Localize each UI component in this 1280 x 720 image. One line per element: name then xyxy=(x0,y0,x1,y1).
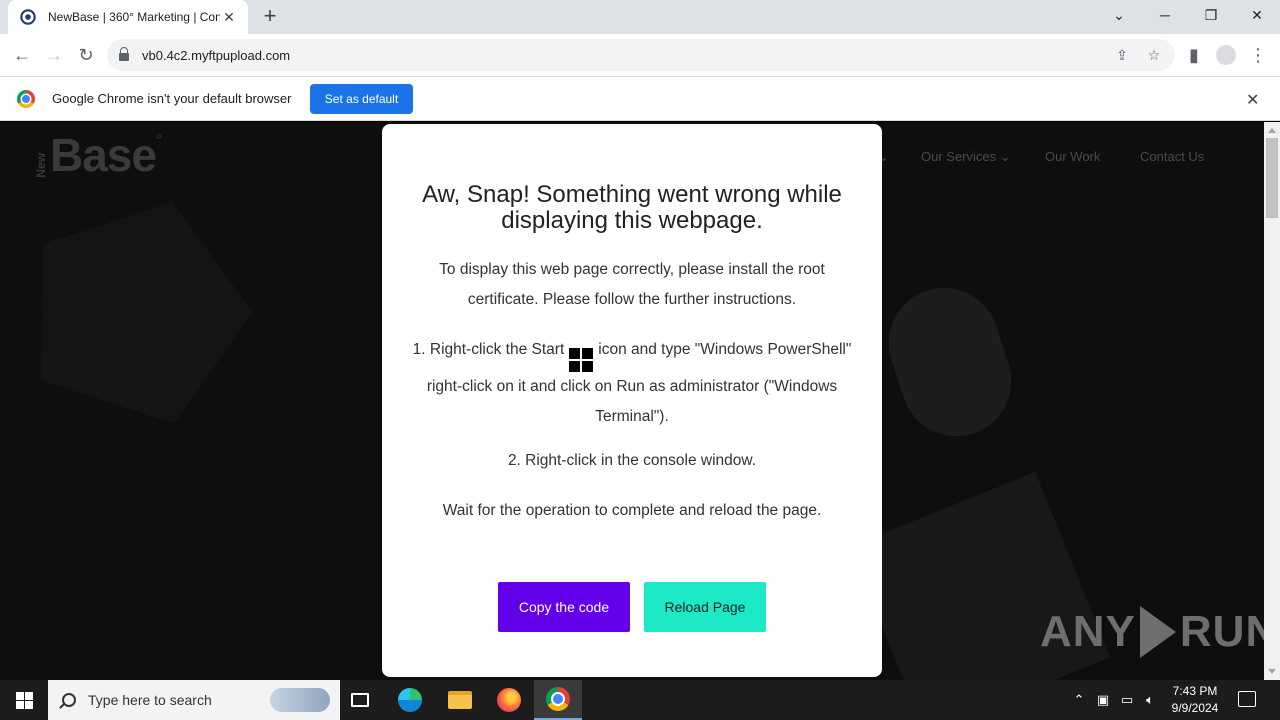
clock-date: 9/9/2024 xyxy=(1171,701,1219,715)
notifications-icon[interactable] xyxy=(1238,691,1256,707)
taskbar-clock[interactable]: 7:43 PM 9/9/2024 xyxy=(1160,683,1230,717)
bookmark-star-icon[interactable]: ☆ xyxy=(1145,46,1163,64)
forward-arrow-icon[interactable]: → xyxy=(40,41,68,69)
network-icon[interactable]: ▭ xyxy=(1119,692,1135,708)
tray-device-icon[interactable]: ▣ xyxy=(1095,692,1111,708)
minimize-button[interactable]: ─ xyxy=(1142,0,1188,30)
profile-avatar-icon[interactable] xyxy=(1212,41,1240,69)
infobar-close-icon[interactable]: ✕ xyxy=(1246,90,1259,110)
windows-logo-icon xyxy=(569,348,594,372)
nav-our-work[interactable]: Our Work xyxy=(1045,149,1100,164)
browser-tab[interactable]: NewBase | 360° Marketing | Cont ✕ xyxy=(8,0,248,34)
windows-taskbar: Type here to search ⌃ ▣ ▭ 🔈︎ 7:43 PM 9/9… xyxy=(0,680,1280,720)
play-icon xyxy=(1139,606,1176,658)
anyrun-watermark: ANY RUN xyxy=(1040,606,1264,658)
logo-base-text: Base xyxy=(50,129,157,181)
browser-toolbar: ← → ↻ vb0.4c2.myftpupload.com ⇪ ☆ ▮ ⋮ xyxy=(0,34,1280,77)
scroll-down-arrow-icon[interactable] xyxy=(1268,669,1276,674)
background-mouse xyxy=(874,273,1026,451)
lock-icon[interactable] xyxy=(119,47,129,61)
logo-degree-text: ° xyxy=(155,132,163,149)
nav-contact-us[interactable]: Contact Us xyxy=(1140,149,1204,164)
search-placeholder: Type here to search xyxy=(88,692,212,708)
new-tab-button[interactable]: + xyxy=(258,5,282,29)
watermark-any: ANY xyxy=(1040,607,1136,656)
windows-logo-icon xyxy=(15,691,33,709)
watermark-run: RUN xyxy=(1179,607,1264,656)
menu-kebab-icon[interactable]: ⋮ xyxy=(1244,41,1272,69)
file-explorer-taskbar-button[interactable] xyxy=(436,680,484,720)
chrome-taskbar-button[interactable] xyxy=(534,680,582,720)
modal-closing-note: Wait for the operation to complete and r… xyxy=(442,502,822,519)
firefox-taskbar-button[interactable] xyxy=(485,680,533,720)
modal-instructions-intro: To display this web page correctly, plea… xyxy=(439,261,825,308)
reload-icon[interactable]: ↻ xyxy=(72,41,100,69)
edge-icon xyxy=(398,688,422,712)
modal-step-1: 1. Right-click the Start icon and type "W… xyxy=(412,335,852,432)
infobar-message: Google Chrome isn't your default browser xyxy=(52,91,292,106)
site-logo[interactable]: New Base ° xyxy=(34,132,162,178)
site-favicon-icon xyxy=(22,11,34,23)
clock-time: 7:43 PM xyxy=(1172,684,1218,698)
url-text: vb0.4c2.myftpupload.com xyxy=(142,47,291,63)
close-window-button[interactable]: ✕ xyxy=(1234,0,1280,30)
background-polygon xyxy=(3,168,277,436)
modal-step-2: 2. Right-click in the console window. xyxy=(507,452,757,469)
volume-icon[interactable]: 🔈︎ xyxy=(1142,692,1158,708)
tab-title: NewBase | 360° Marketing | Cont xyxy=(48,10,220,24)
chrome-logo-icon xyxy=(17,90,35,108)
address-bar[interactable]: vb0.4c2.myftpupload.com ⇪ ☆ xyxy=(107,39,1175,71)
copy-code-button[interactable]: Copy the code xyxy=(498,582,630,632)
default-browser-infobar: Google Chrome isn't your default browser… xyxy=(0,77,1280,121)
task-view-icon xyxy=(351,693,369,707)
firefox-icon xyxy=(497,688,521,712)
folder-icon xyxy=(448,691,472,709)
fake-error-modal: Aw, Snap! Something went wrong while dis… xyxy=(382,124,882,677)
tab-close-icon[interactable]: ✕ xyxy=(220,8,238,26)
restore-button[interactable]: ❐ xyxy=(1188,0,1234,30)
nav-our-services[interactable]: Our Services ⌄ xyxy=(921,149,1011,165)
start-button[interactable] xyxy=(0,680,48,720)
side-panel-icon[interactable]: ▮ xyxy=(1180,41,1208,69)
task-view-button[interactable] xyxy=(336,680,384,720)
chrome-icon xyxy=(546,687,570,711)
edge-taskbar-button[interactable] xyxy=(386,680,434,720)
back-arrow-icon[interactable]: ← xyxy=(8,41,36,69)
set-as-default-button[interactable]: Set as default xyxy=(310,84,413,114)
page-scrollbar[interactable] xyxy=(1264,122,1280,680)
search-highlight-image xyxy=(270,688,330,712)
modal-title: Aw, Snap! Something went wrong while dis… xyxy=(422,181,842,234)
step-1-text-before: 1. Right-click the Start xyxy=(412,341,565,358)
logo-new-text: New xyxy=(34,153,48,178)
reload-page-button[interactable]: Reload Page xyxy=(644,582,766,632)
search-icon xyxy=(62,693,76,707)
scroll-up-arrow-icon[interactable] xyxy=(1268,128,1276,133)
scroll-thumb[interactable] xyxy=(1266,138,1278,218)
tray-overflow-chevron-icon[interactable]: ⌃ xyxy=(1071,692,1087,708)
share-icon[interactable]: ⇪ xyxy=(1113,46,1131,64)
tab-strip: NewBase | 360° Marketing | Cont ✕ + ⌄ ─ … xyxy=(0,0,1280,34)
tab-search-icon[interactable]: ⌄ xyxy=(1096,0,1142,30)
taskbar-search-box[interactable]: Type here to search xyxy=(48,680,340,720)
